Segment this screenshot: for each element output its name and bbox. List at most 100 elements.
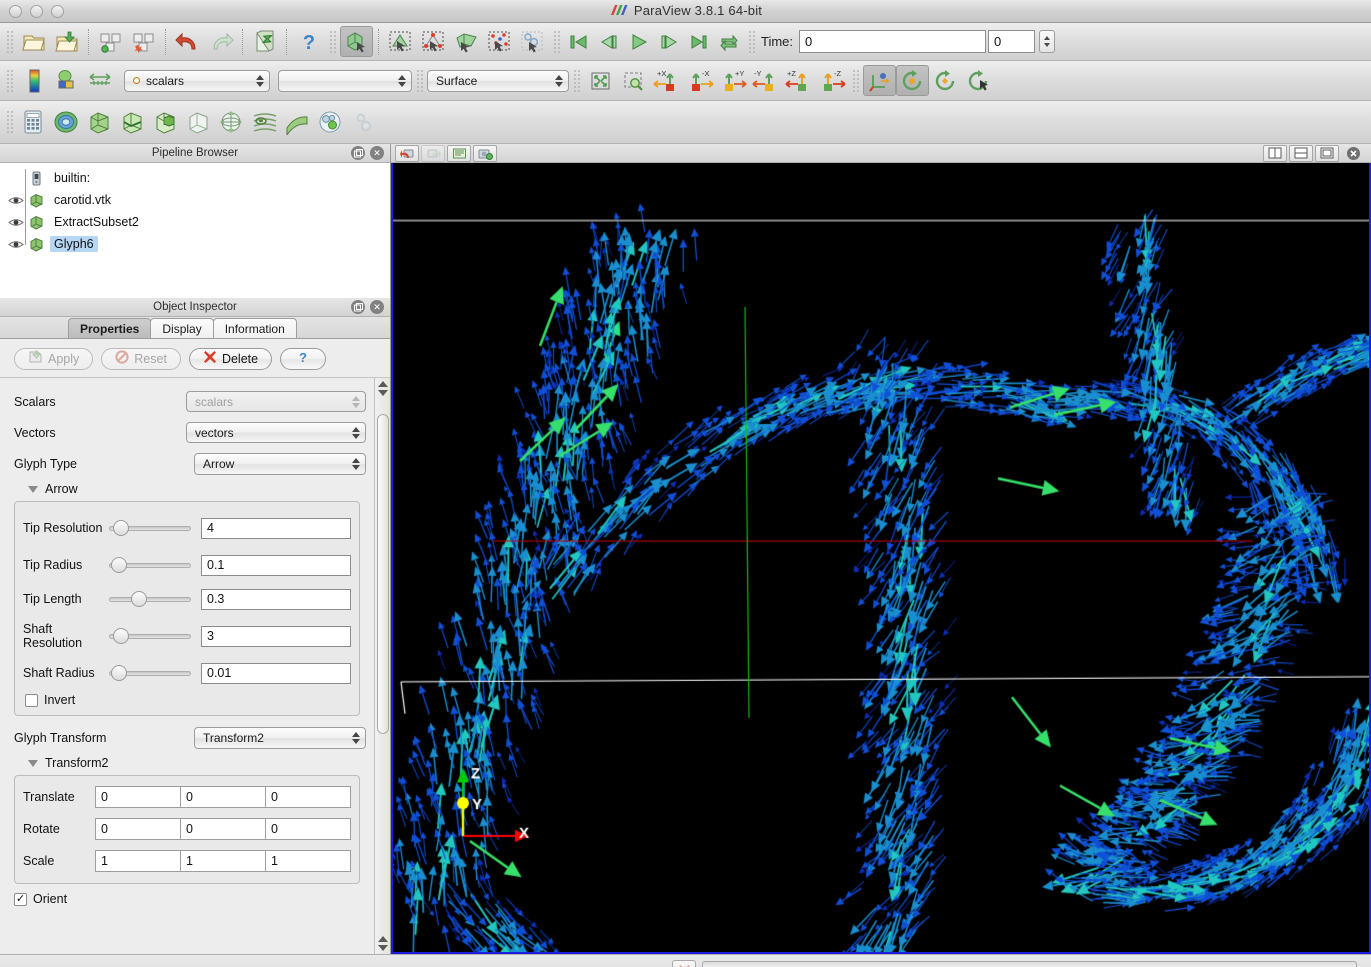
help-button[interactable]: ? xyxy=(292,26,325,57)
extract-subset-filter-button[interactable] xyxy=(182,107,215,138)
tab-properties[interactable]: Properties xyxy=(68,318,152,338)
select-cells-surface-button[interactable] xyxy=(384,26,417,57)
undock-icon[interactable] xyxy=(351,146,365,160)
cancel-button[interactable] xyxy=(672,959,696,967)
split-vertical-icon[interactable] xyxy=(1289,144,1313,162)
orient-checkbox[interactable]: ✓ xyxy=(14,892,27,906)
toolbar-grip[interactable] xyxy=(5,28,14,55)
tip-length-slider[interactable] xyxy=(109,590,191,608)
tab-display[interactable]: Display xyxy=(150,318,214,338)
previous-frame-button[interactable] xyxy=(594,26,624,57)
toolbar-grip[interactable] xyxy=(851,67,860,94)
scroll-down-arrows[interactable] xyxy=(375,933,390,954)
tip-radius-input[interactable]: 0.1 xyxy=(201,554,351,576)
stepper-up-icon[interactable] xyxy=(1044,36,1051,40)
scrollbar-thumb[interactable] xyxy=(377,414,389,734)
translate-y-input[interactable]: 0 xyxy=(180,786,265,808)
component-combo[interactable] xyxy=(278,69,412,92)
tab-information[interactable]: Information xyxy=(212,318,297,338)
properties-scrollbar[interactable] xyxy=(374,378,390,954)
stream-tracer-filter-button[interactable] xyxy=(248,107,281,138)
rescale-to-data-range-button[interactable] xyxy=(50,65,83,96)
visibility-toggle-icon[interactable] xyxy=(6,239,26,250)
rotate-z-input[interactable]: 0 xyxy=(265,818,351,840)
glyph-type-combo[interactable]: Arrow xyxy=(194,452,366,475)
toolbar-grip[interactable] xyxy=(5,67,14,94)
toolbar-grip[interactable] xyxy=(5,109,14,135)
close-panel-icon[interactable]: ✕ xyxy=(370,146,384,160)
camera-minus-z-button[interactable]: -Z xyxy=(815,65,848,96)
camera-plus-y-button[interactable]: +Y xyxy=(716,65,749,96)
transform-group-header[interactable]: Transform2 xyxy=(0,753,374,773)
select-points-through-button[interactable] xyxy=(483,26,516,57)
toolbar-grip[interactable] xyxy=(328,28,337,55)
interact-mode-button[interactable] xyxy=(340,26,373,57)
scroll-up-icon[interactable] xyxy=(377,936,388,942)
group-datasets-filter-button[interactable] xyxy=(314,107,347,138)
open-file-button[interactable] xyxy=(17,26,50,57)
invert-row[interactable]: Invert xyxy=(23,690,351,707)
apply-button[interactable]: Apply xyxy=(14,347,94,370)
tip-resolution-slider[interactable] xyxy=(109,519,191,537)
maximize-view-icon[interactable] xyxy=(1315,144,1339,162)
stepper-down-icon[interactable] xyxy=(1044,43,1051,47)
warp-filter-button[interactable] xyxy=(281,107,314,138)
shaft-resolution-input[interactable]: 3 xyxy=(201,625,351,647)
rescale-custom-range-button[interactable] xyxy=(83,65,116,96)
recent-files-button[interactable] xyxy=(50,26,83,57)
select-block-button[interactable] xyxy=(516,26,549,57)
scalars-combo[interactable]: scalars xyxy=(186,391,366,412)
rotate-90-button[interactable] xyxy=(962,65,995,96)
rotate-x-input[interactable]: 0 xyxy=(95,818,180,840)
chevron-updown-icon[interactable] xyxy=(349,455,363,473)
load-state-button[interactable] xyxy=(127,26,160,57)
camera-minus-y-button[interactable]: -Y xyxy=(749,65,782,96)
properties-help-button[interactable]: ? xyxy=(280,347,327,370)
close-panel-icon[interactable]: ✕ xyxy=(370,300,384,314)
play-button[interactable] xyxy=(624,26,654,57)
glyph-filter-button[interactable] xyxy=(215,107,248,138)
tip-length-input[interactable]: 0.3 xyxy=(201,588,351,610)
threshold-filter-button[interactable] xyxy=(149,107,182,138)
extract-level-filter-button[interactable] xyxy=(347,107,380,138)
toolbar-grip[interactable] xyxy=(552,28,561,55)
clip-filter-button[interactable] xyxy=(83,107,116,138)
select-cells-through-button[interactable] xyxy=(450,26,483,57)
collapse-triangle-icon[interactable] xyxy=(28,485,38,493)
save-state-button[interactable] xyxy=(94,26,127,57)
tip-resolution-input[interactable]: 4 xyxy=(201,517,351,539)
tip-radius-slider[interactable] xyxy=(109,556,191,574)
split-horizontal-icon[interactable] xyxy=(1263,144,1287,162)
scale-z-input[interactable]: 1 xyxy=(265,850,351,872)
reset-center-button[interactable] xyxy=(929,65,962,96)
chevron-updown-icon[interactable] xyxy=(395,72,409,90)
chevron-updown-icon[interactable] xyxy=(349,424,363,442)
scale-y-input[interactable]: 1 xyxy=(180,850,265,872)
scroll-down-icon[interactable] xyxy=(377,390,388,396)
reset-camera-button[interactable] xyxy=(584,65,617,96)
collapse-triangle-icon[interactable] xyxy=(28,759,38,767)
redo-button[interactable] xyxy=(204,26,237,57)
reset-button[interactable]: Reset xyxy=(101,347,181,370)
toolbar-grip[interactable] xyxy=(415,67,424,94)
pipeline-item-builtin[interactable]: builtin: xyxy=(0,167,390,189)
chevron-updown-icon[interactable] xyxy=(349,393,363,411)
render-view[interactable] xyxy=(391,163,1371,954)
toolbar-grip[interactable] xyxy=(747,28,756,55)
undo-camera-icon[interactable] xyxy=(395,144,419,162)
undock-icon[interactable] xyxy=(351,300,365,314)
camera-minus-x-button[interactable]: -X xyxy=(683,65,716,96)
capture-screenshot-icon[interactable] xyxy=(473,144,497,162)
scroll-up-arrows[interactable] xyxy=(375,378,390,399)
chevron-updown-icon[interactable] xyxy=(349,729,363,747)
contour-filter-button[interactable] xyxy=(50,107,83,138)
shaft-radius-input[interactable]: 0.01 xyxy=(201,662,351,684)
glyph-vector-field[interactable] xyxy=(393,163,1369,952)
visibility-toggle-icon[interactable] xyxy=(6,217,26,228)
chevron-updown-icon[interactable] xyxy=(552,72,566,90)
loop-button[interactable] xyxy=(714,26,744,57)
pipeline-item-extractsubset2[interactable]: ExtractSubset2 xyxy=(0,211,390,233)
edit-color-map-button[interactable] xyxy=(17,65,50,96)
color-by-combo[interactable]: scalars xyxy=(124,69,270,92)
slice-filter-button[interactable] xyxy=(116,107,149,138)
